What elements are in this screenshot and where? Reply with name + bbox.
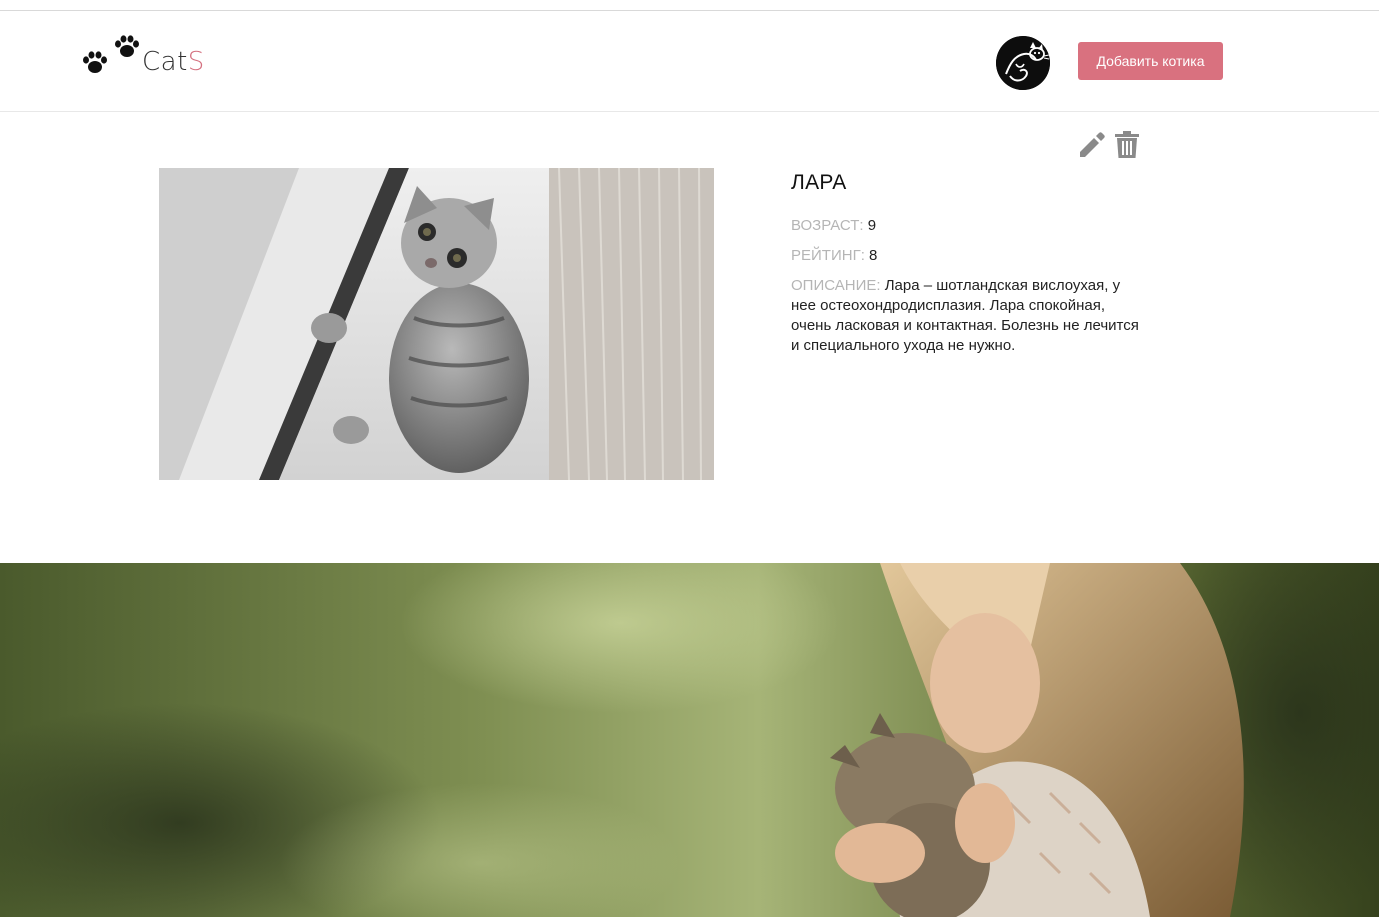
cat-avatar-icon [996, 36, 1050, 90]
user-avatar[interactable] [996, 36, 1050, 90]
trash-icon[interactable] [1114, 131, 1140, 159]
rating-label: РЕЙТИНГ: [791, 247, 865, 264]
site-header: CatS Добавить котика [0, 11, 1379, 112]
cat-name: ЛАРА [791, 171, 847, 194]
cat-rating: РЕЙТИНГ: 8 [791, 246, 1141, 266]
age-label: ВОЗРАСТ: [791, 217, 864, 234]
pencil-icon[interactable] [1077, 131, 1105, 159]
paw-icon [83, 51, 107, 73]
age-value: 9 [867, 217, 877, 234]
cat-age: ВОЗРАСТ: 9 [791, 216, 1141, 236]
logo-accent: S [187, 47, 205, 77]
rating-value: 8 [869, 247, 878, 264]
logo-text: CatS [142, 47, 205, 77]
description-label: ОПИСАНИЕ: [791, 277, 881, 294]
paw-icon [115, 35, 139, 57]
cat-info: ЛАРА ВОЗРАСТ: 9 РЕЙТИНГ: 8 ОПИСАНИЕ: Лар… [791, 168, 1141, 366]
hero-image [0, 563, 1379, 917]
site-logo[interactable]: CatS [82, 33, 222, 83]
cat-photo [159, 168, 714, 480]
add-cat-button[interactable]: Добавить котика [1078, 42, 1223, 80]
cat-description: ОПИСАНИЕ: Лара – шотландская вислоухая, … [791, 276, 1141, 356]
